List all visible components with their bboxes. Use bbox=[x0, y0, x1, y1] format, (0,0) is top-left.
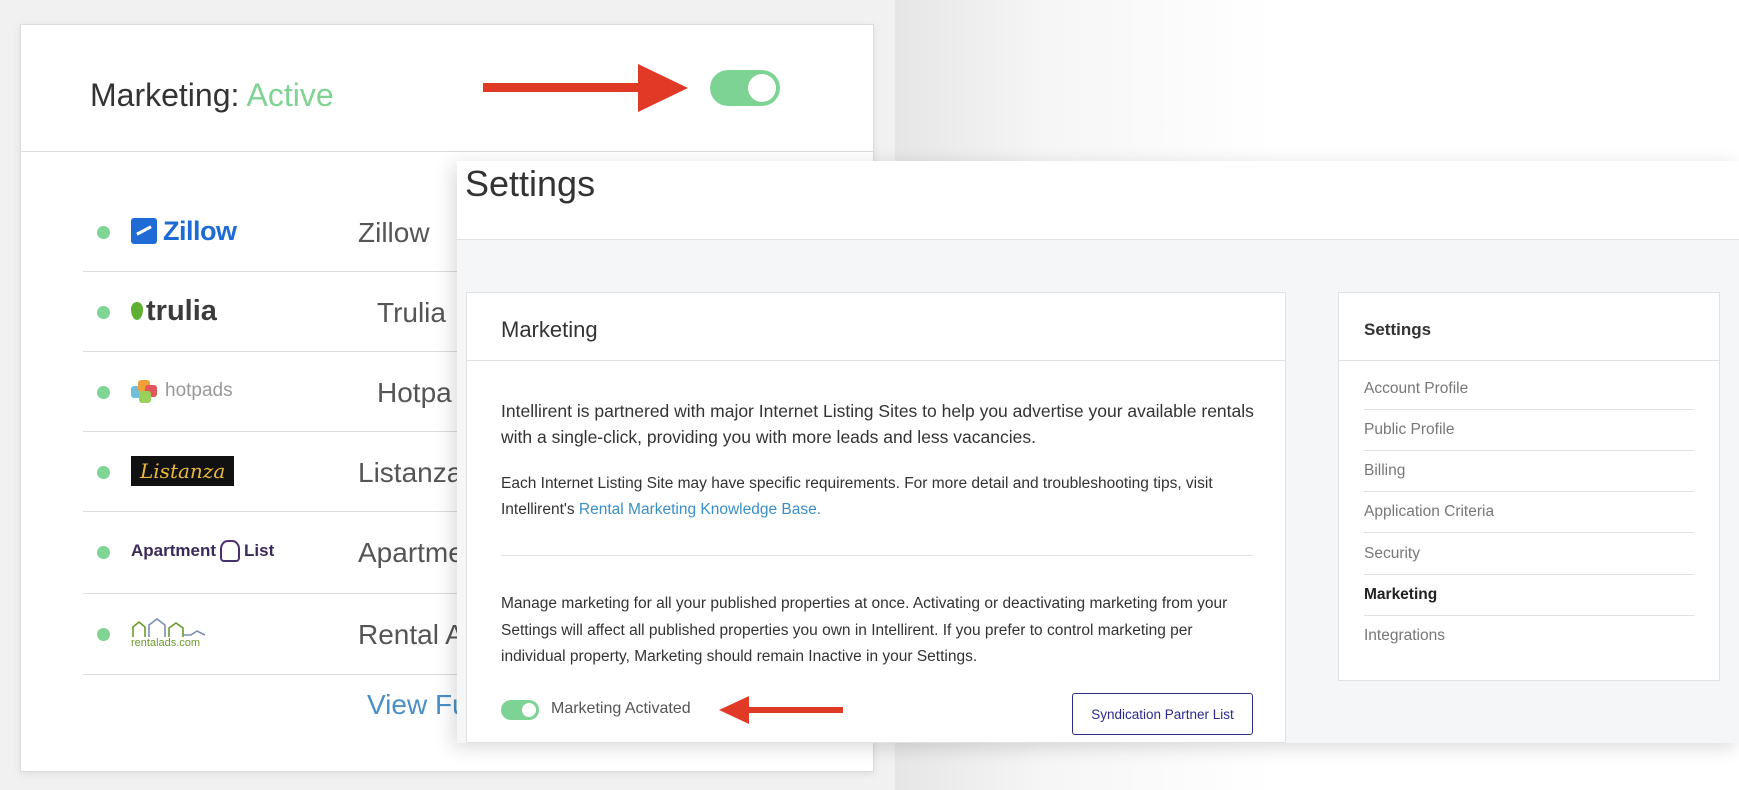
sidebar-item-account-profile[interactable]: Account Profile bbox=[1364, 368, 1694, 410]
marketing-master-toggle[interactable] bbox=[710, 70, 780, 106]
active-status-dot bbox=[97, 546, 110, 559]
rentalads-houses-icon bbox=[132, 618, 206, 637]
section-divider bbox=[501, 555, 1253, 556]
marketing-settings-header: Marketing bbox=[467, 293, 1285, 361]
apartment-list-logo-text-2: List bbox=[244, 541, 275, 560]
active-status-dot bbox=[97, 628, 110, 641]
zillow-logo: Zillow bbox=[131, 211, 237, 251]
active-status-dot bbox=[97, 466, 110, 479]
hotpads-logo-text: hotpads bbox=[165, 380, 233, 401]
sidebar-item-integrations[interactable]: Integrations bbox=[1364, 615, 1694, 656]
knowledge-base-link[interactable]: Rental Marketing Knowledge Base. bbox=[579, 501, 821, 518]
marketing-status-title: Marketing: Active bbox=[90, 77, 334, 114]
marketing-settings-card: Marketing Intellirent is partnered with … bbox=[466, 292, 1286, 743]
sidebar-item-public-profile[interactable]: Public Profile bbox=[1364, 409, 1694, 451]
settings-sidebar-title: Settings bbox=[1364, 320, 1432, 339]
active-status-dot bbox=[97, 226, 110, 239]
sidebar-item-marketing[interactable]: Marketing bbox=[1364, 574, 1694, 616]
listing-site-name: Rental A bbox=[358, 619, 464, 650]
marketing-intro-text: Intellirent is partnered with major Inte… bbox=[501, 401, 1254, 447]
sidebar-item-application-criteria[interactable]: Application Criteria bbox=[1364, 491, 1694, 533]
listing-site-name: Zillow bbox=[358, 217, 430, 248]
listanza-logo-text: Listanza bbox=[140, 459, 226, 483]
settings-header: Settings bbox=[457, 161, 1739, 240]
settings-window: Settings Marketing Intellirent is partne… bbox=[457, 161, 1739, 743]
hotpads-logo-icon bbox=[131, 378, 159, 404]
sidebar-item-billing[interactable]: Billing bbox=[1364, 450, 1694, 492]
zillow-logo-icon bbox=[131, 218, 157, 244]
syndication-partner-list-button[interactable]: Syndication Partner List bbox=[1072, 693, 1253, 735]
rentalads-logo: rentalads.com bbox=[131, 613, 207, 653]
settings-sidebar: Settings Account Profile Public Profile … bbox=[1338, 292, 1720, 681]
marketing-status-header: Marketing: Active bbox=[21, 25, 873, 152]
toggle-knob bbox=[748, 74, 776, 102]
listing-site-name: Hotpa bbox=[377, 377, 452, 408]
marketing-settings-title: Marketing bbox=[501, 317, 598, 342]
apartment-list-logo-text: Apartment bbox=[131, 541, 217, 560]
active-status-dot bbox=[97, 306, 110, 319]
trulia-pin-icon bbox=[131, 302, 143, 320]
active-status-dot bbox=[97, 386, 110, 399]
view-full-list-link[interactable]: View Fu bbox=[367, 689, 468, 721]
apartment-list-logo-icon bbox=[220, 540, 241, 562]
red-arrow-right-icon bbox=[483, 64, 688, 112]
sidebar-item-security[interactable]: Security bbox=[1364, 533, 1694, 575]
rentalads-logo-text: rentalads.com bbox=[131, 637, 201, 649]
trulia-logo: trulia bbox=[131, 291, 217, 331]
marketing-activated-toggle[interactable] bbox=[501, 700, 539, 720]
apartment-list-logo: Apartment List bbox=[131, 531, 274, 571]
page-title: Settings bbox=[465, 163, 596, 204]
marketing-detail-text: Each Internet Listing Site may have spec… bbox=[501, 471, 1261, 523]
hotpads-logo: hotpads bbox=[131, 371, 233, 411]
listing-site-name: Listanza bbox=[358, 457, 463, 488]
trulia-logo-text: trulia bbox=[146, 294, 217, 327]
listanza-logo: Listanza bbox=[131, 451, 235, 491]
listing-site-name: Apartme bbox=[358, 537, 464, 568]
marketing-status-value: Active bbox=[246, 77, 334, 113]
marketing-title-prefix: Marketing: bbox=[90, 77, 240, 113]
toggle-knob bbox=[522, 703, 536, 717]
marketing-manage-text: Manage marketing for all your published … bbox=[501, 595, 1228, 665]
zillow-logo-text: Zillow bbox=[163, 215, 237, 246]
listing-site-name: Trulia bbox=[377, 297, 446, 328]
red-arrow-left-icon bbox=[719, 696, 843, 724]
marketing-activated-label: Marketing Activated bbox=[551, 700, 691, 717]
settings-sidebar-header: Settings bbox=[1339, 293, 1719, 361]
